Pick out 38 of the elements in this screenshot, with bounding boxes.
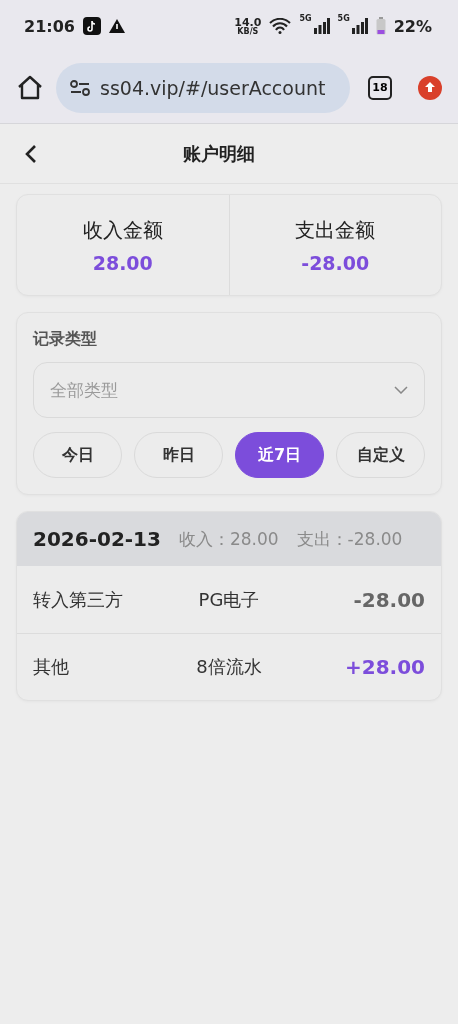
- summary-label: 收入金额: [82, 216, 163, 244]
- address-bar[interactable]: ss04.vip/#/userAccount: [56, 62, 350, 113]
- battery-icon: [375, 17, 386, 35]
- transaction-amount: +28.00: [343, 655, 425, 679]
- warning-icon: [108, 19, 125, 33]
- tiktok-icon: [82, 17, 101, 35]
- page-title: 账户明细: [182, 141, 256, 166]
- site-settings-icon[interactable]: [70, 79, 90, 96]
- tab-count-button[interactable]: 18: [368, 75, 392, 100]
- signal-icon: [313, 18, 330, 34]
- network-type: 5G: [299, 14, 312, 23]
- network-speed-unit: KB/S: [237, 27, 259, 36]
- group-date: 2026-02-13: [33, 527, 161, 551]
- transaction-type: 其他: [33, 655, 70, 679]
- transaction-detail: 8倍流水: [195, 655, 263, 679]
- transaction-amount: -28.00: [352, 587, 425, 612]
- update-icon[interactable]: [418, 75, 442, 100]
- wifi-icon: [269, 18, 292, 34]
- chevron-down-icon: [394, 386, 408, 394]
- url-text: ss04.vip/#/userAccount: [100, 76, 326, 99]
- date-range-button[interactable]: 昨日: [134, 432, 223, 478]
- filter-label: 记录类型: [33, 329, 98, 350]
- summary-amount: -28.00: [301, 251, 370, 274]
- group-income: 收入：28.00: [178, 527, 279, 551]
- transaction-detail: PG电子: [197, 587, 261, 612]
- signal-icon: [351, 18, 368, 34]
- group-expense: 支出：-28.00: [296, 527, 403, 551]
- transaction-type: 转入第三方: [33, 587, 124, 612]
- network-speed: 14.0: [234, 16, 262, 28]
- battery-percent: 22%: [393, 16, 432, 36]
- network-type: 5G: [337, 14, 350, 23]
- status-time: 21:06: [24, 16, 75, 36]
- home-icon[interactable]: [16, 73, 44, 102]
- date-range-button[interactable]: 近7日: [235, 432, 324, 478]
- summary-label: 支出金额: [295, 216, 376, 244]
- date-range-button[interactable]: 自定义: [336, 432, 425, 478]
- date-range-button[interactable]: 今日: [33, 432, 122, 478]
- summary-amount: 28.00: [92, 251, 153, 274]
